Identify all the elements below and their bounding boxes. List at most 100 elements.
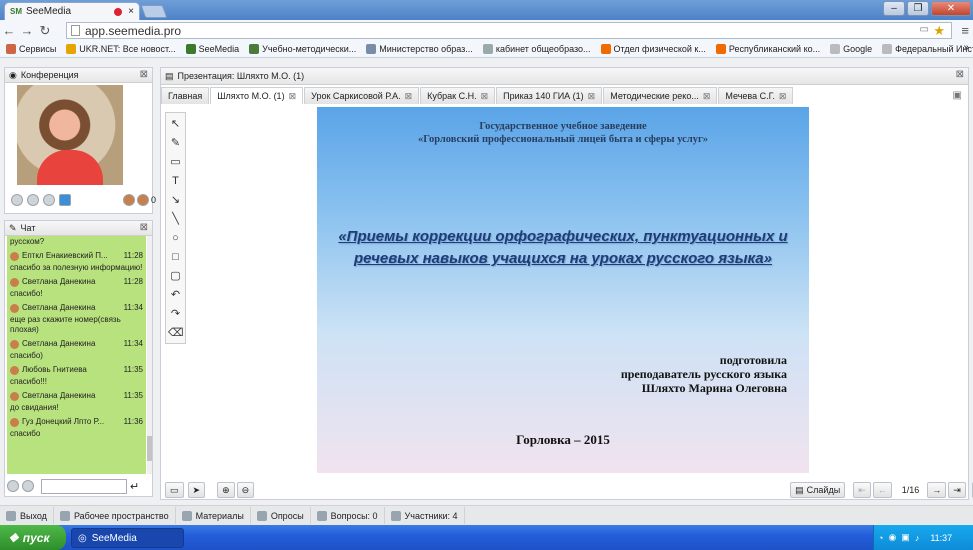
- bookmark-item[interactable]: Google: [830, 44, 872, 54]
- eraser-box-icon[interactable]: ▭: [168, 155, 183, 170]
- bookmark-item[interactable]: Сервисы: [6, 44, 56, 54]
- line-icon[interactable]: ╲: [168, 212, 183, 227]
- cursor-icon[interactable]: ↖: [168, 117, 183, 132]
- tab-close-icon[interactable]: ⊠: [779, 91, 787, 102]
- last-slide-icon[interactable]: ⇥: [948, 482, 966, 498]
- bookmark-label: Google: [843, 44, 873, 54]
- back-icon[interactable]: ←: [0, 23, 18, 38]
- bookmark-item[interactable]: Республиканский ко...: [715, 44, 820, 54]
- bookmark-item[interactable]: Учебно-методически...: [249, 44, 356, 54]
- document-tab[interactable]: Кубрак С.Н. ⊠: [420, 87, 496, 104]
- bookmark-star-icon[interactable]: ★: [933, 23, 945, 39]
- presentation-close-icon[interactable]: ⊠: [956, 69, 964, 80]
- bookmark-icon: [600, 44, 611, 54]
- bookmark-item[interactable]: кабинет общеобразо...: [482, 44, 591, 54]
- screen-icon[interactable]: [59, 194, 71, 206]
- questions-button[interactable]: Вопросы: 0: [311, 507, 385, 524]
- bookmark-item[interactable]: Министерство образ...: [366, 44, 473, 54]
- minimize-button[interactable]: –: [883, 1, 905, 16]
- workspace-button[interactable]: Рабочее пространство: [54, 507, 176, 524]
- chat-message-list[interactable]: русском? Епткл Енакиевский П... 11:28 спаси…: [7, 236, 146, 474]
- zoom-in-icon[interactable]: ⊕: [217, 482, 235, 498]
- tab-close-icon[interactable]: ⊠: [703, 91, 711, 102]
- camera-icon[interactable]: ▭: [920, 24, 929, 35]
- tray-icon-2[interactable]: ◉: [888, 532, 896, 543]
- chat-text: еще раз скажите номер(связь плохая): [10, 315, 121, 334]
- document-tab[interactable]: Шляхто М.О. (1) ⊠: [210, 87, 304, 104]
- bookmark-item[interactable]: Отдел физической к...: [600, 44, 706, 54]
- menu-icon[interactable]: ≡: [961, 23, 969, 38]
- document-tab[interactable]: Главная: [161, 87, 210, 104]
- tab-close-icon[interactable]: ×: [128, 6, 134, 17]
- slides-button-label: Слайды: [806, 485, 841, 495]
- square-icon[interactable]: ▢: [168, 269, 183, 284]
- rectangle-icon[interactable]: □: [168, 250, 183, 265]
- bookmark-label: Сервисы: [19, 44, 57, 54]
- bookmarks-bar: Сервисы UKR.NET: Все новост... SeeMedia Уче…: [0, 41, 973, 58]
- address-bar[interactable]: app.seemedia.pro ▭ ★: [66, 22, 952, 39]
- exit-button[interactable]: Выход: [0, 507, 54, 524]
- chat-text: спасибо: [10, 429, 41, 438]
- arrow-icon[interactable]: ↘: [168, 193, 183, 208]
- participants-button[interactable]: Участники: 4: [385, 507, 465, 524]
- slide-title: «Приемы коррекции орфографических, пункт…: [338, 228, 788, 267]
- document-tab[interactable]: Мечева С.Г. ⊠: [718, 87, 794, 104]
- text-icon[interactable]: T: [168, 174, 183, 189]
- tray-icon-3[interactable]: ▣: [901, 532, 910, 543]
- pen-icon[interactable]: ✎: [168, 136, 183, 151]
- tab-close-icon[interactable]: ⊠: [289, 91, 297, 102]
- new-tab-button[interactable]: [140, 5, 168, 18]
- browser-tab[interactable]: SM SeeMedia ×: [4, 2, 140, 20]
- undo-icon[interactable]: ↶: [168, 288, 183, 303]
- reload-icon[interactable]: ↻: [36, 23, 54, 39]
- document-tab[interactable]: Методические реко... ⊠: [603, 87, 718, 104]
- slides-button[interactable]: ▤ Слайды: [790, 482, 846, 498]
- settings-icon[interactable]: [11, 194, 23, 206]
- participant-count[interactable]: 0: [123, 194, 156, 206]
- start-button[interactable]: ❖ пуск: [0, 525, 66, 550]
- user-avatar-icon: [10, 277, 19, 287]
- document-tab[interactable]: Урок Саркисовой Р.А. ⊠: [304, 87, 420, 104]
- prev-slide-icon[interactable]: ←: [872, 482, 892, 498]
- first-slide-icon[interactable]: ⇤: [853, 482, 871, 498]
- chat-close-icon[interactable]: ⊠: [140, 222, 148, 233]
- polls-button[interactable]: Опросы: [251, 507, 311, 524]
- chat-scrollbar[interactable]: [147, 236, 152, 474]
- tab-close-icon[interactable]: ⊠: [588, 91, 596, 102]
- emoticon-icon[interactable]: [22, 480, 34, 492]
- slide-header: Государственное учебное заведение «Горло…: [317, 120, 809, 146]
- fullscreen-icon[interactable]: ▣: [953, 90, 962, 101]
- forward-icon[interactable]: →: [18, 23, 36, 38]
- tab-close-icon[interactable]: ⊠: [405, 91, 413, 102]
- thumbnail-icon[interactable]: ▭: [165, 482, 184, 498]
- chat-input[interactable]: [41, 478, 127, 494]
- bookmark-label: Учебно-методически...: [262, 44, 357, 54]
- zoom-out-icon[interactable]: ⊖: [236, 482, 255, 498]
- presentation-icon: ▤: [165, 70, 174, 81]
- document-tab[interactable]: Приказ 140 ГИА (1) ⊠: [496, 87, 603, 104]
- maximize-button[interactable]: ❐: [907, 1, 929, 16]
- conference-close-icon[interactable]: ⊠: [140, 69, 148, 80]
- clear-icon[interactable]: ⌫: [168, 326, 184, 341]
- send-icon[interactable]: ↵: [130, 480, 139, 493]
- close-window-button[interactable]: ✕: [931, 1, 971, 16]
- participants-icon: [390, 510, 401, 521]
- camera-toggle-icon[interactable]: [27, 194, 39, 206]
- bookmark-item[interactable]: Федеральный Инсти...: [882, 44, 973, 54]
- tray-icon-1[interactable]: ◔: [878, 533, 883, 543]
- redo-icon[interactable]: ↷: [168, 307, 183, 322]
- chat-icon: ✎: [9, 222, 17, 233]
- volume-icon[interactable]: ♪: [915, 533, 920, 543]
- bookmark-item[interactable]: SeeMedia: [185, 44, 239, 54]
- chat-settings-icon[interactable]: [7, 480, 19, 492]
- bookmark-label: Отдел физической к...: [613, 44, 706, 54]
- materials-button[interactable]: Материалы: [176, 507, 251, 524]
- pointer-icon[interactable]: ➤: [187, 482, 206, 498]
- taskbar-item-seemedia[interactable]: ◎ SeeMedia: [71, 528, 184, 548]
- circle-icon[interactable]: ○: [168, 231, 183, 246]
- next-slide-icon[interactable]: →: [927, 482, 947, 498]
- bookmark-item[interactable]: UKR.NET: Все новост...: [66, 44, 176, 54]
- microphone-icon[interactable]: [43, 194, 55, 206]
- tab-close-icon[interactable]: ⊠: [481, 91, 489, 102]
- bookmarks-more-button[interactable]: »: [963, 42, 969, 53]
